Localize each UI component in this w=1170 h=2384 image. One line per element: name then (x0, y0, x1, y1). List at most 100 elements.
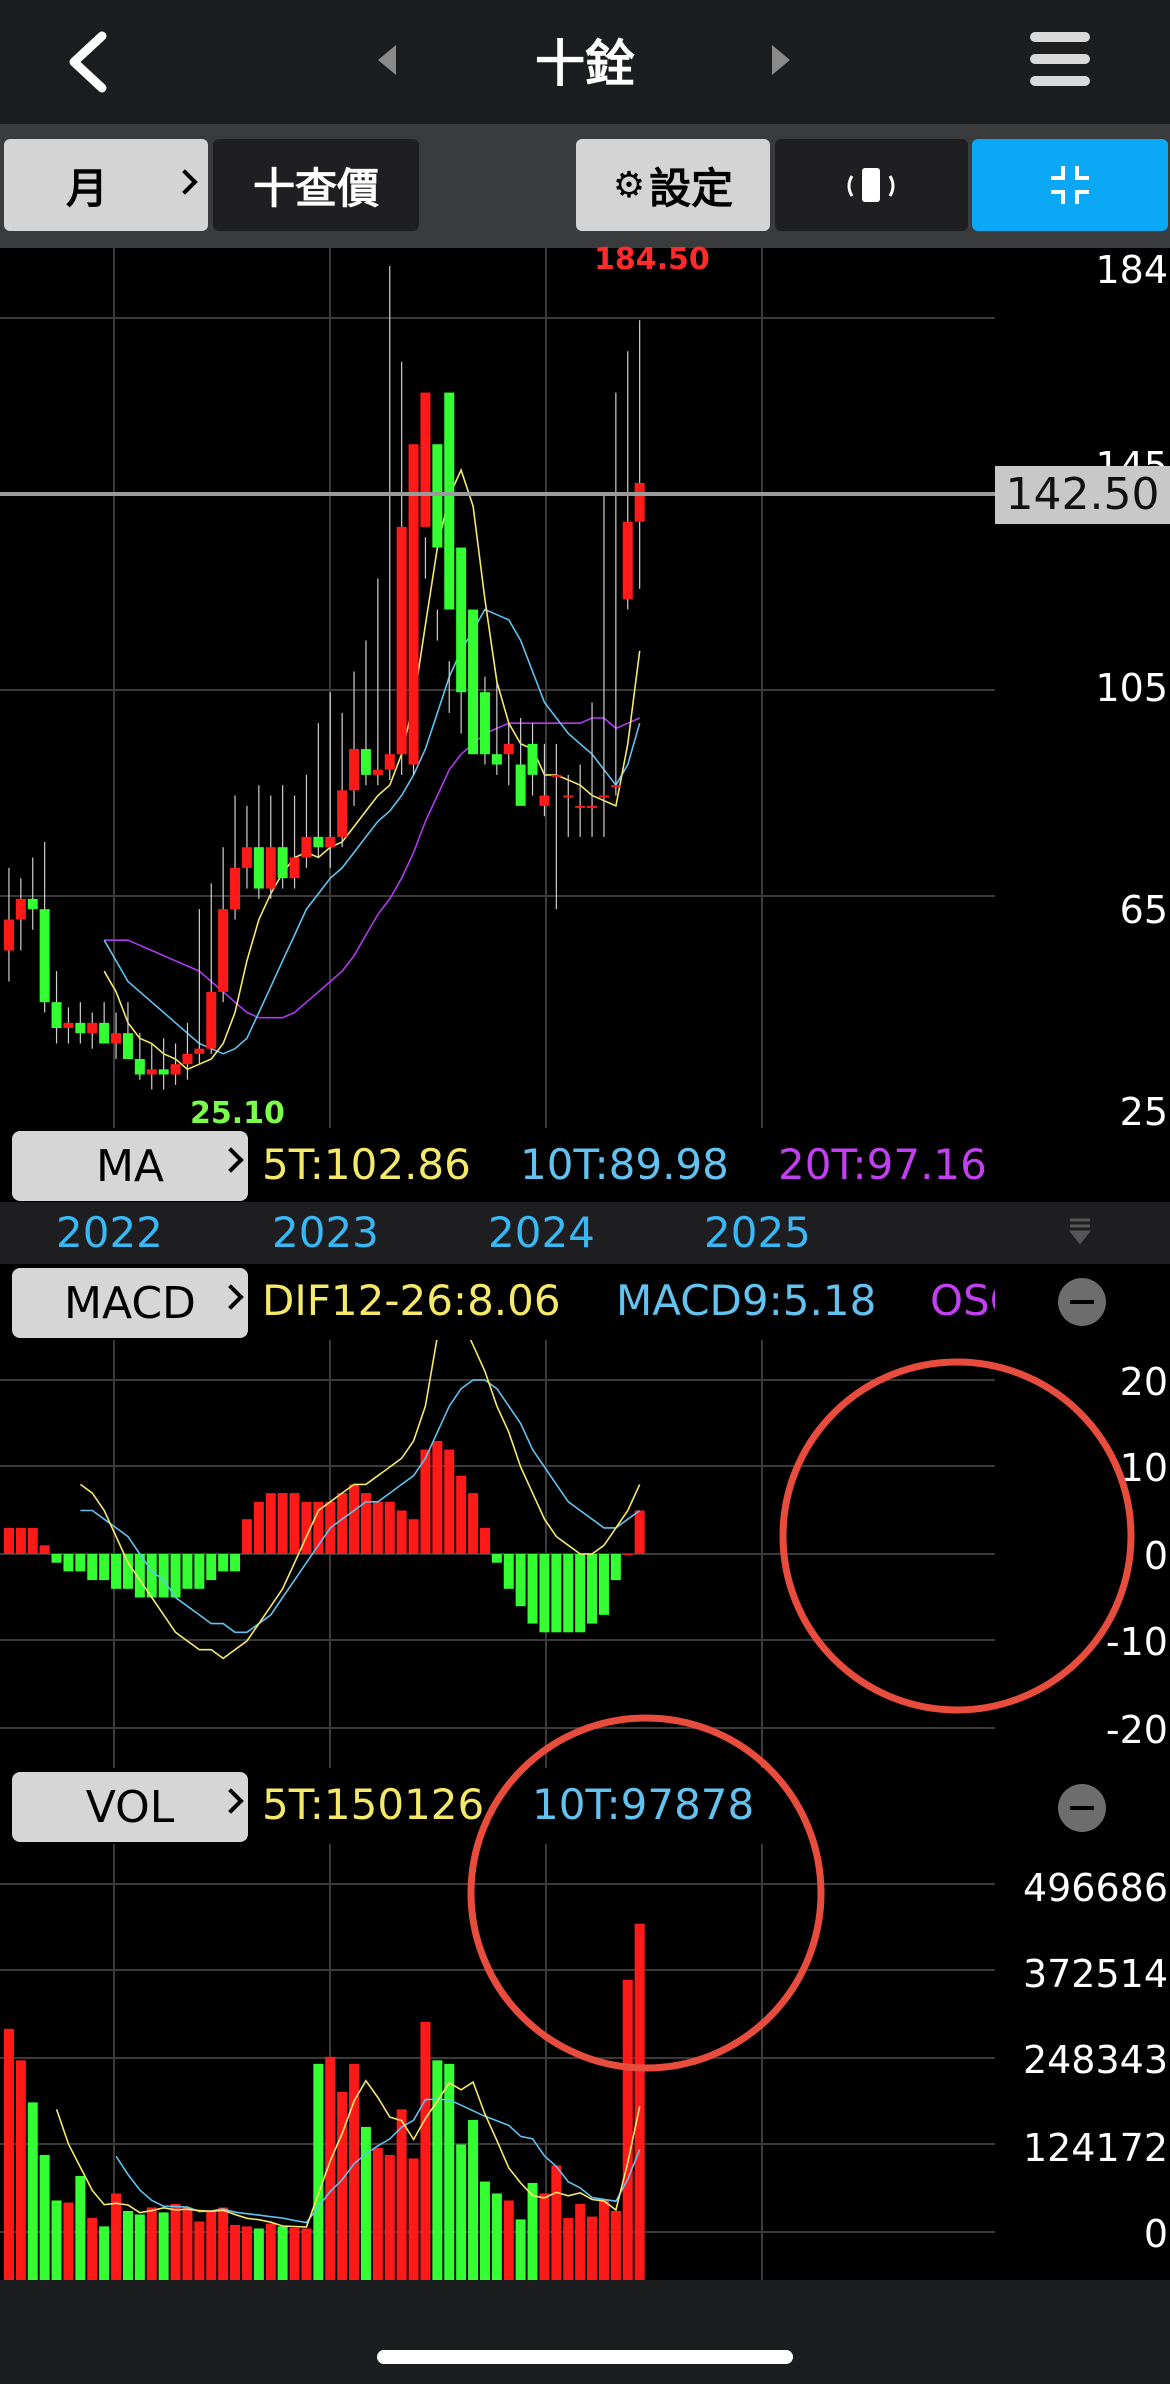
osc-bar (241, 1519, 252, 1554)
volume-bar (575, 2203, 586, 2280)
candle-body (122, 1033, 133, 1060)
chevron-right-icon (172, 169, 198, 195)
osc-bar (587, 1554, 598, 1624)
candle-body (515, 764, 526, 806)
osc-bar (218, 1554, 229, 1572)
osc-bar (456, 1475, 467, 1554)
high-price-label: 184.50 (594, 242, 710, 277)
macd-y-tick: -20 (1105, 1708, 1168, 1752)
volume-bar (182, 2207, 193, 2280)
vol-ma5-value: 5T:150126 (262, 1780, 485, 1829)
vol-y-axis: 496686 372514 248343 124172 0 (995, 1844, 1170, 2280)
query-price-button[interactable]: 十查價 (213, 139, 419, 231)
year-label: 2022 (56, 1208, 163, 1257)
osc-bar (515, 1554, 526, 1607)
candle-body (491, 754, 502, 765)
volume-bar (301, 2228, 312, 2280)
osc-bar (289, 1493, 300, 1554)
candle-body (15, 898, 26, 920)
volume-bar (634, 1923, 645, 2280)
candle-body (622, 521, 633, 600)
candle-body (444, 392, 455, 610)
osc-bar (384, 1501, 395, 1554)
collapse-icon (1051, 166, 1089, 204)
volume-bar (111, 2193, 122, 2280)
candle-body (349, 749, 360, 791)
osc-bar (182, 1554, 193, 1589)
price-candlestick-chart[interactable] (0, 248, 995, 1128)
volume-bar (360, 2126, 371, 2280)
period-label: 月 (66, 163, 109, 213)
volume-bar (99, 2226, 110, 2280)
price-y-tick: 105 (1095, 666, 1168, 710)
osc-bar (479, 1527, 490, 1554)
price-y-tick: 184 (1095, 248, 1168, 292)
osc-bar (277, 1493, 288, 1554)
settings-button[interactable]: ⚙ 設定 (576, 139, 770, 231)
period-select-button[interactable]: 月 (4, 139, 208, 231)
volume-bar (170, 2203, 181, 2280)
rotate-screen-button[interactable] (775, 139, 968, 231)
osc-bar (420, 1449, 431, 1554)
candle-body (527, 743, 538, 775)
volume-chart[interactable] (0, 1844, 995, 2280)
volume-bar (218, 2207, 229, 2280)
osc-bar (598, 1554, 609, 1615)
volume-bar (289, 2227, 300, 2280)
macd-y-tick: 0 (1143, 1534, 1168, 1578)
menu-icon[interactable] (1028, 28, 1094, 90)
current-price-tag: 142.50 (995, 466, 1170, 524)
osc-bar (349, 1484, 360, 1554)
vol-label: VOL (85, 1781, 175, 1833)
macd-label: MACD (64, 1277, 196, 1329)
volume-bar (15, 2060, 26, 2280)
fullscreen-toggle-button[interactable] (972, 139, 1168, 231)
macd-indicator-button[interactable]: MACD (12, 1268, 248, 1338)
candle-body (563, 795, 574, 798)
candle-body (206, 991, 217, 1049)
candle-body (420, 392, 431, 527)
candle-body (27, 898, 38, 910)
volume-bar (444, 2063, 455, 2280)
volume-bar (539, 2193, 550, 2280)
osc-value: OSC (930, 1276, 995, 1325)
ma-legend-bar: MA 5T:102.86 10T:89.98 20T:97.16 (0, 1130, 995, 1202)
chevron-right-icon (218, 1284, 244, 1310)
osc-bar (75, 1554, 86, 1572)
macd-y-tick: -10 (1105, 1620, 1168, 1664)
gear-icon: ⚙ (612, 164, 646, 206)
dif-value: DIF12-26:8.06 (262, 1276, 561, 1325)
osc-bar (15, 1527, 26, 1554)
volume-bar (396, 2109, 407, 2280)
volume-bar (503, 2200, 514, 2280)
osc-bar (634, 1510, 645, 1554)
home-indicator[interactable] (377, 2350, 793, 2364)
macd-y-axis: 20 10 0 -10 -20 (995, 1340, 1170, 1768)
osc-bar (230, 1554, 241, 1572)
candle-body (598, 795, 609, 798)
candle-body (539, 795, 550, 806)
volume-bar (27, 2102, 38, 2280)
osc-bar (408, 1519, 419, 1554)
collapse-vol-icon[interactable] (1058, 1784, 1106, 1832)
osc-bar (253, 1501, 264, 1554)
macd-chart[interactable] (0, 1340, 995, 1768)
candle-body (575, 805, 586, 808)
settings-label: 設定 (649, 163, 734, 213)
vol-indicator-button[interactable]: VOL (12, 1772, 248, 1842)
resize-handle-icon[interactable] (1068, 1216, 1092, 1246)
volume-bar (253, 2228, 264, 2280)
volume-bar (122, 2210, 133, 2280)
volume-bar (384, 2154, 395, 2280)
candle-body (146, 1069, 157, 1075)
collapse-macd-icon[interactable] (1058, 1278, 1106, 1326)
next-stock-icon[interactable] (772, 45, 790, 75)
macd-bar-right (995, 1266, 1170, 1340)
osc-bar (396, 1510, 407, 1554)
candle-body (158, 1069, 169, 1075)
volume-bar (277, 2226, 288, 2280)
osc-bar (610, 1554, 621, 1581)
candle-body (479, 692, 490, 755)
ma-indicator-button[interactable]: MA (12, 1131, 248, 1201)
rotate-icon (847, 168, 894, 202)
